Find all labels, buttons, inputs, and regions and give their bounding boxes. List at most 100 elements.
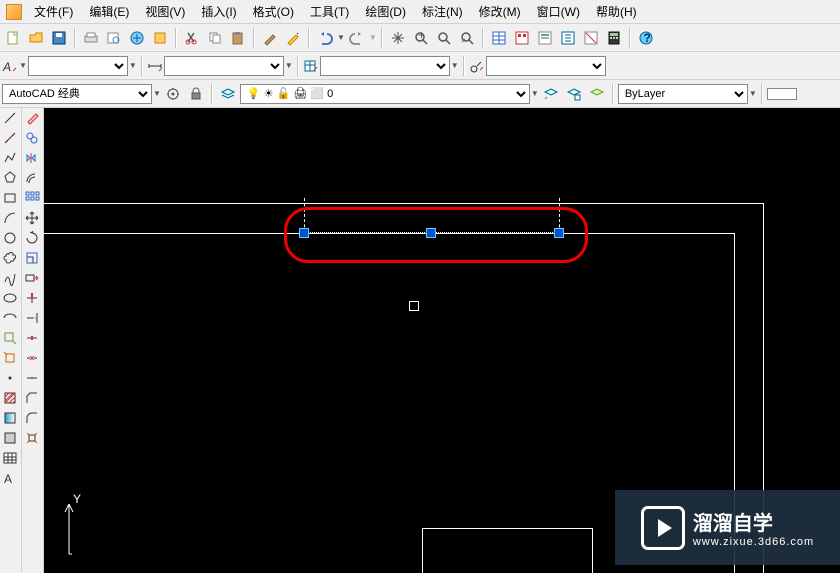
table-button[interactable] — [0, 448, 20, 468]
menu-dimension[interactable]: 标注(N) — [414, 0, 471, 24]
design-center-button[interactable] — [511, 27, 533, 49]
ellipse-button[interactable] — [0, 288, 20, 308]
table-style-combo[interactable] — [320, 56, 450, 76]
menu-view[interactable]: 视图(V) — [137, 0, 193, 24]
layer-combo[interactable]: 💡 ☀ 🔓 🖨 ⬜ 0 — [240, 84, 530, 104]
mirror-button[interactable] — [22, 148, 42, 168]
gradient-button[interactable] — [0, 408, 20, 428]
construction-line-button[interactable] — [0, 128, 20, 148]
redo-button[interactable] — [346, 27, 368, 49]
menu-modify[interactable]: 修改(M) — [471, 0, 529, 24]
match-properties-button[interactable] — [259, 27, 281, 49]
move-button[interactable] — [22, 208, 42, 228]
color-combo[interactable]: ByLayer — [618, 84, 748, 104]
scale-button[interactable] — [22, 248, 42, 268]
zoom-window-button[interactable] — [456, 27, 478, 49]
sheet-set-button[interactable] — [557, 27, 579, 49]
cut-button[interactable] — [181, 27, 203, 49]
save-button[interactable] — [48, 27, 70, 49]
menu-tools[interactable]: 工具(T) — [302, 0, 357, 24]
color-dropdown-icon[interactable]: ▼ — [749, 89, 757, 98]
paste-button[interactable] — [227, 27, 249, 49]
plot-preview-button[interactable] — [103, 27, 125, 49]
insert-block-button[interactable] — [0, 328, 20, 348]
zoom-previous-button[interactable] — [433, 27, 455, 49]
workspace-combo[interactable]: AutoCAD 经典 — [2, 84, 152, 104]
undo-dropdown-icon[interactable]: ▼ — [337, 33, 345, 42]
plot-button[interactable] — [80, 27, 102, 49]
play-icon — [641, 506, 685, 550]
circle-button[interactable] — [0, 228, 20, 248]
workspace-settings-button[interactable] — [162, 83, 184, 105]
workspace-lock-button[interactable] — [185, 83, 207, 105]
hatch-button[interactable] — [0, 388, 20, 408]
pan-button[interactable] — [387, 27, 409, 49]
app-icon — [6, 4, 22, 20]
tool-palettes-button[interactable] — [534, 27, 556, 49]
layerlist-dropdown-icon[interactable]: ▼ — [531, 89, 539, 98]
layer-isolate-button[interactable] — [586, 83, 608, 105]
quickcalc-button[interactable] — [603, 27, 625, 49]
menu-file[interactable]: 文件(F) — [26, 0, 81, 24]
line-button[interactable] — [0, 108, 20, 128]
tablestyle-dropdown-icon[interactable]: ▼ — [451, 61, 459, 70]
layer-properties-button[interactable] — [217, 83, 239, 105]
menu-help[interactable]: 帮助(H) — [588, 0, 645, 24]
layer-previous-button[interactable] — [540, 83, 562, 105]
extend-button[interactable] — [22, 308, 42, 328]
menu-window[interactable]: 窗口(W) — [529, 0, 588, 24]
ucs-icon: Y — [59, 494, 99, 567]
menu-edit[interactable]: 编辑(E) — [81, 0, 137, 24]
menu-format[interactable]: 格式(O) — [245, 0, 302, 24]
textstyle-dropdown-icon[interactable]: ▼ — [19, 61, 27, 70]
drawing-canvas[interactable]: Y 溜溜自学 www.zixue.3d66.com — [44, 108, 840, 573]
dimstyle-dropdown-icon[interactable]: ▼ — [285, 61, 293, 70]
3ddwf-button[interactable] — [149, 27, 171, 49]
point-button[interactable] — [0, 368, 20, 388]
fillet-button[interactable] — [22, 408, 42, 428]
modify-toolbar — [22, 108, 44, 573]
break-at-point-button[interactable] — [22, 328, 42, 348]
text-style-combo[interactable] — [28, 56, 128, 76]
zoom-realtime-button[interactable]: + — [410, 27, 432, 49]
undo-button[interactable] — [314, 27, 336, 49]
trim-button[interactable] — [22, 288, 42, 308]
offset-button[interactable] — [22, 168, 42, 188]
new-button[interactable] — [2, 27, 24, 49]
markup-button[interactable] — [580, 27, 602, 49]
menu-draw[interactable]: 绘图(D) — [357, 0, 414, 24]
workspace-dropdown-icon[interactable]: ▼ — [153, 89, 161, 98]
region-button[interactable] — [0, 428, 20, 448]
dim-style-combo[interactable] — [164, 56, 284, 76]
properties-button[interactable] — [488, 27, 510, 49]
block-editor-button[interactable] — [282, 27, 304, 49]
mtext-button[interactable]: A — [0, 468, 20, 488]
open-button[interactable] — [25, 27, 47, 49]
ellipse-arc-button[interactable] — [0, 308, 20, 328]
array-button[interactable] — [22, 188, 42, 208]
help-button[interactable]: ? — [635, 27, 657, 49]
arc-button[interactable] — [0, 208, 20, 228]
rotate-button[interactable] — [22, 228, 42, 248]
erase-button[interactable] — [22, 108, 42, 128]
publish-button[interactable] — [126, 27, 148, 49]
explode-button[interactable] — [22, 428, 42, 448]
polyline-button[interactable] — [0, 148, 20, 168]
mleader-style-combo[interactable] — [486, 56, 606, 76]
revision-cloud-button[interactable] — [0, 248, 20, 268]
layer-state-button[interactable] — [563, 83, 585, 105]
stretch-button[interactable] — [22, 268, 42, 288]
rectangle-button[interactable] — [0, 188, 20, 208]
join-button[interactable] — [22, 368, 42, 388]
spline-button[interactable] — [0, 268, 20, 288]
annotation-highlight — [284, 207, 588, 263]
make-block-button[interactable] — [0, 348, 20, 368]
copy-object-button[interactable] — [22, 128, 42, 148]
polygon-button[interactable] — [0, 168, 20, 188]
break-button[interactable] — [22, 348, 42, 368]
menu-insert[interactable]: 插入(I) — [193, 0, 244, 24]
textstyle-dropdown-icon-2[interactable]: ▼ — [129, 61, 137, 70]
chamfer-button[interactable] — [22, 388, 42, 408]
redo-dropdown-icon[interactable]: ▼ — [369, 33, 377, 42]
copy-button[interactable] — [204, 27, 226, 49]
